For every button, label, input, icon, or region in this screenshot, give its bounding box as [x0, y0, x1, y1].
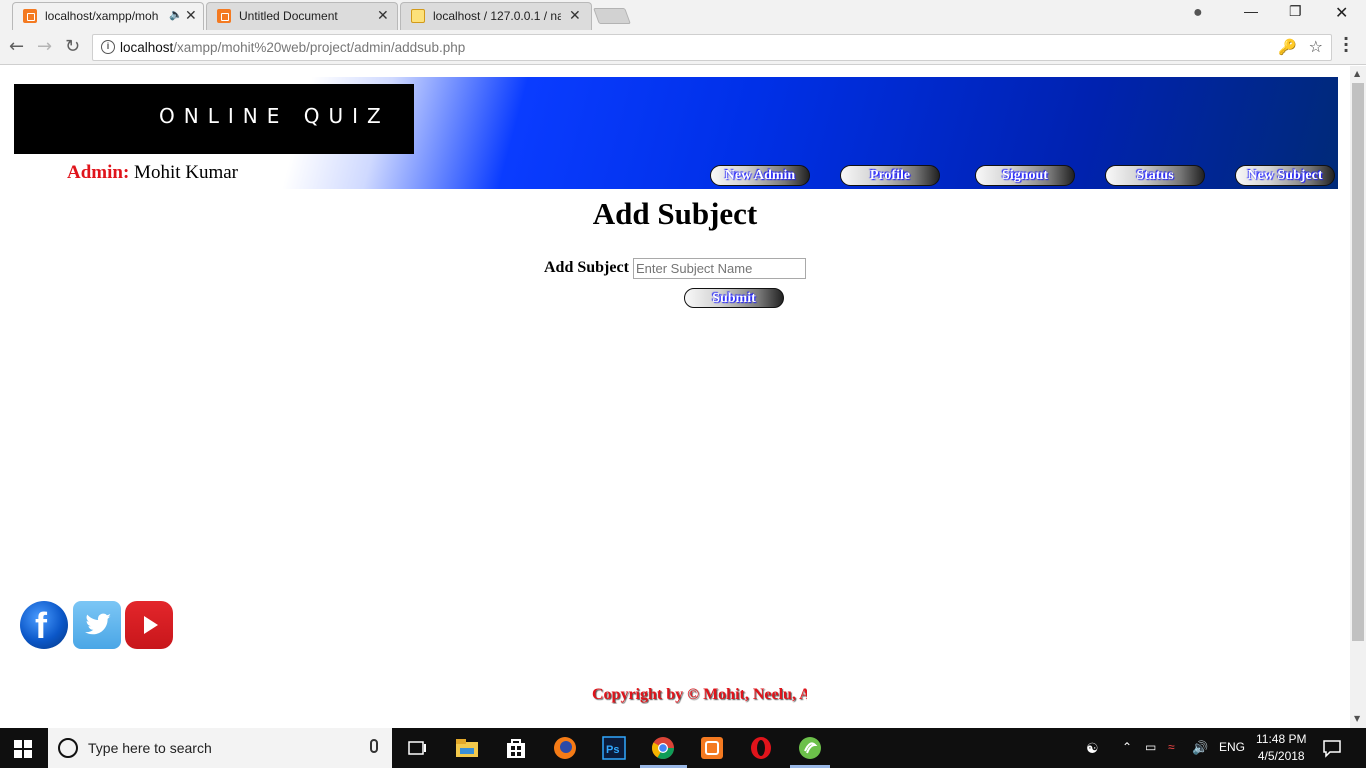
admin-info: Admin: Mohit Kumar: [67, 162, 238, 184]
task-view-icon[interactable]: [405, 736, 429, 760]
tab-title: Untitled Document: [239, 9, 338, 23]
cortana-icon: [58, 738, 78, 758]
subject-name-input[interactable]: [633, 258, 806, 279]
page-title: Add Subject: [592, 196, 758, 231]
tab-phpmyadmin[interactable]: localhost / 127.0.0.1 / na ✕: [400, 2, 592, 30]
tab-title: localhost / 127.0.0.1 / na: [433, 9, 561, 23]
taskbar-search-placeholder: Type here to search: [88, 740, 212, 756]
clock-date: 4/5/2018: [1257, 749, 1305, 763]
youtube-icon[interactable]: [125, 601, 173, 649]
bookmark-star-icon[interactable]: ☆: [1309, 37, 1323, 56]
restore-icon[interactable]: ❐: [1289, 3, 1302, 20]
reload-icon[interactable]: ↻: [65, 36, 80, 57]
browser-toolbar: ← → ↻ i localhost/xampp/mohit%20web/proj…: [0, 30, 1366, 65]
phpmyadmin-icon: [411, 9, 425, 23]
site-logo: Online Quiz: [14, 84, 414, 154]
network-warning-icon[interactable]: ≈: [1168, 740, 1175, 754]
new-tab-button[interactable]: [593, 8, 631, 24]
key-icon[interactable]: 🔑: [1278, 38, 1297, 56]
vertical-scrollbar[interactable]: ▲ ▼: [1350, 66, 1366, 728]
scrollbar-thumb[interactable]: [1352, 83, 1364, 641]
tab-title: localhost/xampp/moh: [45, 9, 159, 23]
minimize-icon[interactable]: —: [1244, 3, 1258, 19]
nav-signout-button[interactable]: Signout: [975, 165, 1075, 186]
info-icon[interactable]: i: [101, 40, 115, 54]
tab-localhost-xampp[interactable]: localhost/xampp/moh 🔈 ✕: [12, 2, 204, 30]
nav-new-subject-button[interactable]: New Subject: [1235, 165, 1335, 186]
speaker-icon[interactable]: 🔈: [169, 8, 183, 21]
subject-label: Add Subject: [544, 259, 629, 276]
admin-name: Mohit Kumar: [134, 162, 239, 183]
tab-untitled-document[interactable]: Untitled Document ✕: [206, 2, 398, 30]
action-center-icon[interactable]: [1322, 738, 1342, 758]
url-text[interactable]: localhost/xampp/mohit%20web/project/admi…: [120, 40, 465, 55]
system-clock[interactable]: 11:48 PM 4/5/2018: [1256, 731, 1306, 765]
volume-icon[interactable]: 🔊: [1192, 740, 1208, 756]
file-explorer-icon[interactable]: [455, 736, 479, 760]
xampp-icon: [217, 9, 231, 23]
site-header: Online Quiz Admin: Mohit Kumar New Admin…: [14, 77, 1338, 189]
close-tab-icon[interactable]: ✕: [377, 7, 389, 24]
twitter-icon[interactable]: [73, 601, 121, 649]
people-icon[interactable]: ☯: [1086, 740, 1099, 757]
tab-strip: localhost/xampp/moh 🔈 ✕ Untitled Documen…: [0, 0, 1366, 30]
facebook-icon[interactable]: f: [20, 601, 68, 649]
close-window-icon[interactable]: ✕: [1335, 3, 1348, 23]
profile-icon[interactable]: ●: [1193, 4, 1203, 22]
scroll-up-icon[interactable]: ▲: [1354, 69, 1360, 78]
firefox-icon[interactable]: [553, 736, 577, 760]
close-tab-icon[interactable]: ✕: [185, 7, 197, 24]
language-indicator[interactable]: ENG: [1219, 740, 1245, 754]
svg-text:Ps: Ps: [606, 744, 619, 756]
xampp-taskbar-icon[interactable]: [700, 736, 724, 760]
photoshop-icon[interactable]: Ps: [602, 736, 626, 760]
dreamweaver-icon[interactable]: [798, 736, 822, 760]
nav-new-admin-button[interactable]: New Admin: [710, 165, 810, 186]
chrome-menu-icon[interactable]: · · ·: [1343, 31, 1349, 59]
page-viewport: Online Quiz Admin: Mohit Kumar New Admin…: [0, 66, 1350, 728]
windows-start-icon[interactable]: [14, 740, 32, 758]
chrome-icon[interactable]: [651, 736, 675, 760]
logo-text: Online Quiz: [159, 104, 390, 128]
show-hidden-icons[interactable]: ⌃: [1122, 740, 1132, 754]
xampp-icon: [23, 9, 37, 23]
admin-label: Admin:: [67, 162, 130, 183]
clock-time: 11:48 PM: [1256, 732, 1307, 746]
windows-taskbar: Type here to search Ps ☯ ⌃ ▭ ≈ 🔊 ENG 11:…: [0, 728, 1366, 768]
microphone-icon[interactable]: [370, 739, 378, 753]
nav-profile-button[interactable]: Profile: [840, 165, 940, 186]
store-icon[interactable]: [504, 736, 528, 760]
submit-button[interactable]: Submit: [684, 288, 784, 308]
close-tab-icon[interactable]: ✕: [569, 7, 581, 24]
battery-icon[interactable]: ▭: [1145, 740, 1156, 754]
copyright-text: Copyright by © Mohit, Neelu, A: [592, 686, 807, 703]
forward-icon[interactable]: →: [37, 36, 52, 57]
back-icon[interactable]: ←: [9, 36, 24, 57]
opera-icon[interactable]: [749, 736, 773, 760]
address-bar[interactable]: i localhost/xampp/mohit%20web/project/ad…: [92, 34, 1332, 61]
scroll-down-icon[interactable]: ▼: [1354, 714, 1360, 723]
taskbar-search-box[interactable]: Type here to search: [48, 728, 392, 768]
nav-status-button[interactable]: Status: [1105, 165, 1205, 186]
